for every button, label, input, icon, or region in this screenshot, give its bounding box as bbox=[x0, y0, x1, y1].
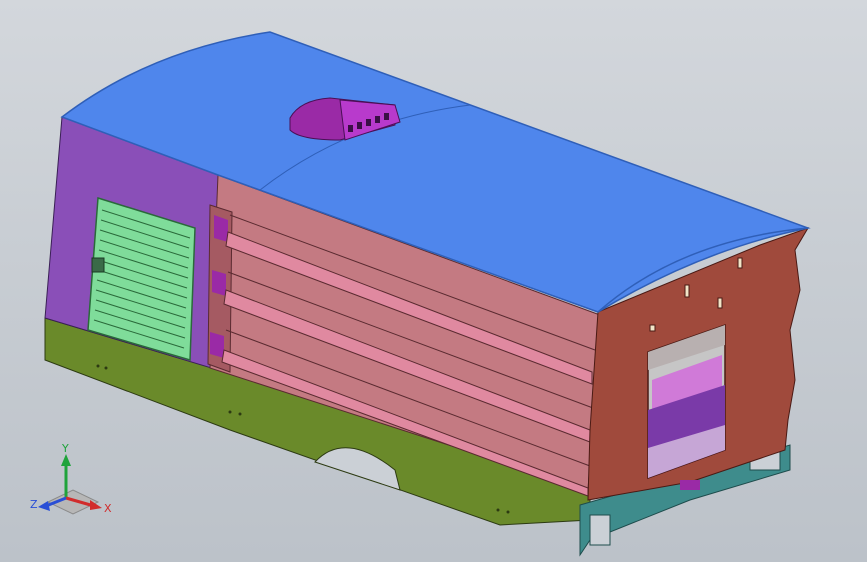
base-rail-slot-left bbox=[589, 514, 611, 546]
z-axis-label: Z bbox=[30, 498, 38, 511]
grille-latch-icon[interactable] bbox=[91, 257, 105, 273]
y-axis-arrow-icon bbox=[61, 454, 71, 466]
orientation-triad[interactable]: Y X Z bbox=[28, 440, 118, 530]
y-axis-label: Y bbox=[61, 442, 69, 455]
z-axis-arrow-icon bbox=[38, 501, 50, 511]
x-axis-label: X bbox=[104, 502, 112, 515]
side-wall-corner-insert-2 bbox=[212, 270, 226, 296]
side-wall-corner-insert-3 bbox=[210, 332, 224, 358]
cabin-3d-model[interactable] bbox=[0, 0, 867, 562]
step-bracket bbox=[680, 480, 700, 490]
cad-viewport[interactable]: Y X Z bbox=[0, 0, 867, 562]
